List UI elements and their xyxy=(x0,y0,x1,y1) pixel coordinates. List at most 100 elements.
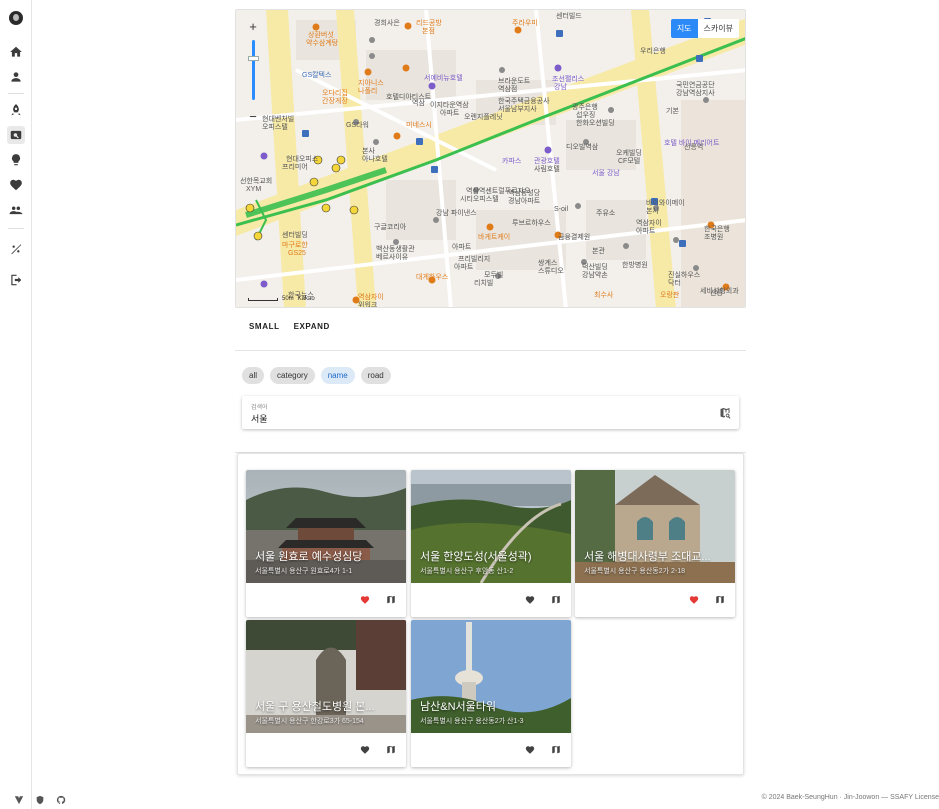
zoom-slider-handle[interactable] xyxy=(248,56,259,61)
map-poi-label[interactable]: 역삼자이 xyxy=(358,294,384,302)
map-poi-label[interactable]: 이지타운역삼 xyxy=(430,102,469,110)
map-poi-label[interactable]: GS타워 xyxy=(346,122,369,130)
map-search-icon[interactable] xyxy=(719,406,731,419)
map-poi-label[interactable]: 주라우미 xyxy=(512,20,538,28)
map-poi-label[interactable]: GS칼텍스 xyxy=(302,72,331,80)
map-poi-label[interactable]: 역삼점 xyxy=(498,86,517,94)
map-poi-label[interactable]: 아파트 xyxy=(452,244,471,252)
map-poi-label[interactable]: 백산동생활관 xyxy=(376,246,415,254)
map-poi-label[interactable]: 오케빌딩 xyxy=(616,150,642,158)
map-poi-label[interactable]: 국민연금공단 xyxy=(676,82,715,90)
map-poi-label[interactable]: 본관 xyxy=(592,248,605,256)
map-poi-label[interactable]: 호텔 바이 메리어트 xyxy=(664,140,719,148)
zoom-control[interactable]: + − xyxy=(243,18,263,124)
chip-all[interactable]: all xyxy=(242,367,265,384)
map-poi-label[interactable]: 주유소 xyxy=(596,210,615,218)
zoom-in-button[interactable]: + xyxy=(243,18,263,36)
map-poi-label[interactable]: 루브르하우스 xyxy=(512,220,551,228)
map-poi-label[interactable]: 프리미어 xyxy=(282,164,308,172)
map-poi-label[interactable]: 최수사 xyxy=(594,292,613,300)
map-poi-label[interactable]: 본사 xyxy=(362,148,375,156)
map-poi-label[interactable]: 역삼동성당 xyxy=(508,190,540,198)
map-type-skyview-button[interactable]: 스카이뷰 xyxy=(697,19,739,38)
map-poi-label[interactable]: 조선팰리스 xyxy=(552,76,584,84)
map-poi-label[interactable]: XYM xyxy=(246,186,261,194)
map-poi-label[interactable]: 아나호텔 xyxy=(362,156,388,164)
map-poi-label[interactable]: S-oil xyxy=(554,206,568,214)
search-field[interactable]: 검색어 서울 xyxy=(242,396,739,429)
map-poi-label[interactable]: 본사 xyxy=(646,208,659,216)
favorite-icon[interactable] xyxy=(360,742,370,760)
map-poi-label[interactable]: 시티오피스텔 xyxy=(460,196,499,204)
map-icon[interactable] xyxy=(386,592,396,610)
map-poi-label[interactable]: 간장게장 xyxy=(322,98,348,106)
map-poi-label[interactable]: 선릉 xyxy=(710,290,723,298)
map-poi-label[interactable]: 위워크 xyxy=(358,302,377,307)
favorite-icon[interactable] xyxy=(689,592,699,610)
map-poi-label[interactable]: 브라운도트 xyxy=(498,78,530,86)
map-poi-label[interactable]: 한방병원 xyxy=(622,262,648,270)
chip-name[interactable]: name xyxy=(320,367,355,384)
map-icon[interactable] xyxy=(551,742,561,760)
map-poi-label[interactable]: 덕산빌딩 xyxy=(582,264,608,272)
search-input[interactable]: 서울 xyxy=(251,412,268,425)
favorite-icon[interactable] xyxy=(360,592,370,610)
map-poi-label[interactable]: CF모텔 xyxy=(618,158,640,166)
map-icon[interactable] xyxy=(386,742,396,760)
map-poi-label[interactable]: 상환버섯 xyxy=(308,32,334,40)
map-poi-label[interactable]: 모두빌 xyxy=(484,272,503,280)
map-poi-label[interactable]: 강남 xyxy=(554,84,567,92)
map-poi-label[interactable]: 지아니스 xyxy=(358,80,384,88)
map-poi-label[interactable]: 구글코리아 xyxy=(374,224,406,232)
map-poi-label[interactable]: 오피스텔 xyxy=(262,124,288,132)
map-poi-label[interactable]: 현대오피스 xyxy=(286,156,318,164)
home-icon[interactable] xyxy=(7,43,25,61)
map-poi-label[interactable]: 마구로한 xyxy=(282,242,308,250)
result-card[interactable]: 서울 해병대사령부 조대교... 서울특별시 용산구 용산동2가 2-18 xyxy=(575,470,735,617)
favorite-icon[interactable] xyxy=(525,742,535,760)
map-poi-label[interactable]: 금융결제원 xyxy=(558,234,590,242)
map-poi-label[interactable]: 경희사은 xyxy=(374,20,400,28)
map-poi-label[interactable]: 리드공방 xyxy=(416,20,442,28)
group-icon[interactable] xyxy=(7,201,25,219)
map-type-roadmap-button[interactable]: 지도 xyxy=(670,19,698,38)
map-poi-label[interactable]: 기본 xyxy=(666,108,679,116)
map-poi-label[interactable]: 대게하우스 xyxy=(416,274,448,282)
map-poi-label[interactable]: 프리빌리지 xyxy=(458,256,490,264)
map-poi-label[interactable]: 관광호텔 xyxy=(534,158,560,166)
map-poi-label[interactable]: 한화오션빌딩 xyxy=(576,120,615,128)
map-poi-label[interactable]: 바이와이메이 xyxy=(646,200,685,208)
map-poi-label[interactable]: 한국주택금융공사 xyxy=(498,98,550,106)
result-card[interactable]: 서울 구 용산철도병원 본... 서울특별시 용산구 한강로3가 65-154 xyxy=(246,620,406,767)
map-poi-label[interactable]: 베르사이유 xyxy=(376,254,408,262)
map-poi-label[interactable]: 스튜디오 xyxy=(538,268,564,276)
map-poi-label[interactable]: 한국은행 xyxy=(704,226,730,234)
map-poi-label[interactable]: 사림호텔 xyxy=(534,166,560,174)
result-card[interactable]: 서울 한양도성(서울성곽) 서울특별시 용산구 후암동 산1-2 xyxy=(411,470,571,617)
map-poi-label[interactable]: 센터빌드 xyxy=(556,13,582,21)
theme-toggle-icon[interactable] xyxy=(7,240,25,258)
map-poi-label[interactable]: 진실하우스 xyxy=(668,272,700,280)
map-poi-label[interactable]: 서울 강남 xyxy=(592,170,620,178)
map-poi-label[interactable]: 아파트 xyxy=(454,264,473,272)
map-poi-label[interactable]: 센터빌딩 xyxy=(282,232,308,240)
person-icon[interactable] xyxy=(7,68,25,86)
map-poi-label[interactable]: 미네스시 xyxy=(406,122,432,130)
map-poi-label[interactable]: 약수삼계탕 xyxy=(306,40,338,48)
lightbulb-icon[interactable] xyxy=(7,151,25,169)
map-poi-label[interactable]: 아파트 xyxy=(440,110,459,118)
map-poi-label[interactable]: 역삼자이 xyxy=(636,220,662,228)
map-icon[interactable] xyxy=(551,592,561,610)
map-poi-label[interactable]: 역삼 xyxy=(412,100,425,108)
small-button[interactable]: SMALL xyxy=(249,322,280,350)
shield-icon[interactable] xyxy=(35,792,45,809)
map-poi-label[interactable]: 오랑판 xyxy=(660,292,679,300)
map-view[interactable]: 경희사은 상환버섯 약수삼계탕 리드공방 본점 주라우미 센터빌드 우리은행 GS칼텍스 지아니스… xyxy=(235,9,746,308)
map-poi-label[interactable]: 아파트 xyxy=(636,228,655,236)
map-poi-label[interactable]: 오다리집 xyxy=(322,90,348,98)
favorite-icon[interactable] xyxy=(525,592,535,610)
map-poi-label[interactable]: 섭우징 xyxy=(576,112,595,120)
zoom-slider-track[interactable] xyxy=(252,40,255,100)
result-card[interactable]: 남산&N서울타워 서울특별시 용산구 용산동2가 산1-3 xyxy=(411,620,571,767)
chip-road[interactable]: road xyxy=(360,367,391,384)
